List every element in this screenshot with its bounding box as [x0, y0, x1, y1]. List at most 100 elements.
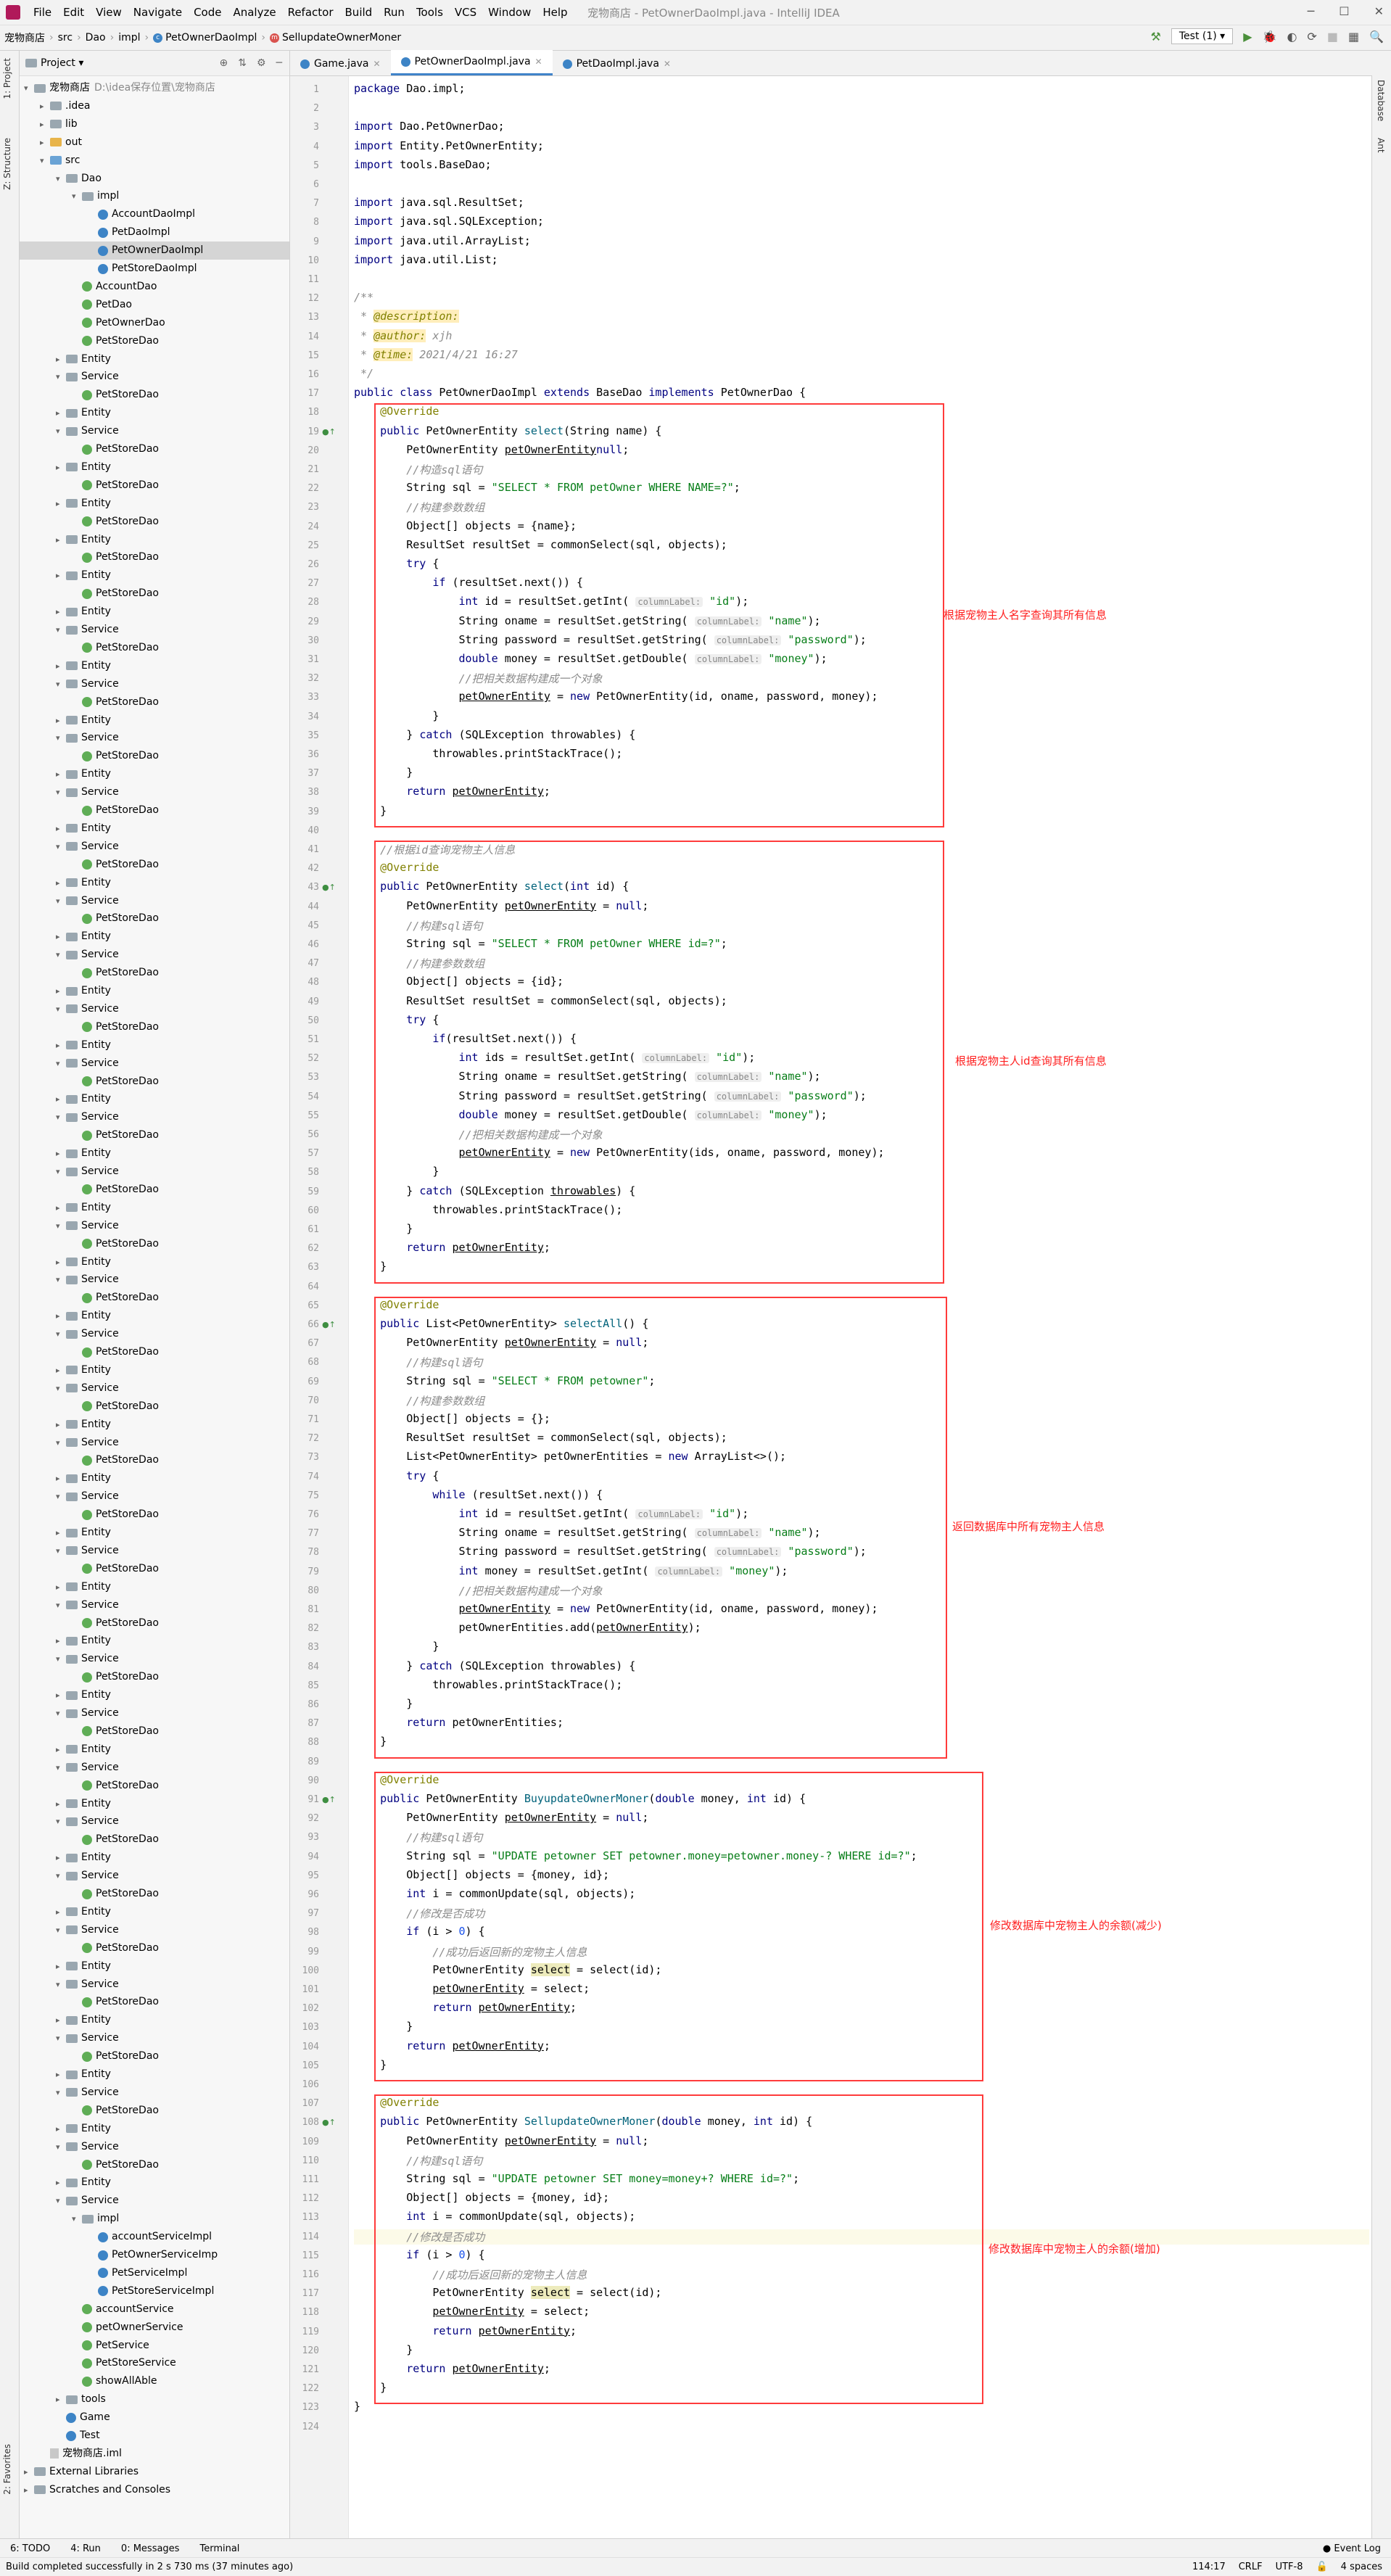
tree-item[interactable]: PetStoreDao — [72, 1343, 159, 1361]
menu-item-code[interactable]: Code — [188, 6, 227, 19]
tree-item[interactable]: ▸ Entity — [56, 1903, 111, 1921]
chevron-down-icon[interactable]: ▾ — [56, 1487, 66, 1506]
tree-item[interactable]: ▸ Entity — [56, 1524, 111, 1542]
tree-item[interactable]: ▾ Service — [56, 1217, 119, 1235]
tree-item[interactable]: ▾ Service — [56, 1704, 119, 1722]
tree-item[interactable]: ▾ Service — [56, 1759, 119, 1777]
tree-item[interactable]: ▸ Entity — [56, 1849, 111, 1867]
chevron-down-icon[interactable]: ▾ — [56, 1921, 66, 1939]
chevron-right-icon[interactable]: ▸ — [56, 1957, 66, 1976]
tree-item[interactable]: PetStoreDao — [72, 964, 159, 982]
chevron-right-icon[interactable]: ▸ — [56, 1090, 66, 1108]
menu-item-edit[interactable]: Edit — [57, 6, 90, 19]
chevron-down-icon[interactable]: ▾ — [56, 170, 66, 188]
breadcrumb-item[interactable]: m SellupdateOwnerMoner — [265, 32, 405, 44]
chevron-right-icon[interactable]: ▸ — [40, 133, 50, 152]
tree-item[interactable]: ▾ 宠物商店 D:\idea保存位置\宠物商店 — [24, 79, 215, 97]
tree-item[interactable]: ▸ Entity — [56, 657, 111, 675]
tree-item[interactable]: ▸ .idea — [40, 97, 90, 115]
tree-item[interactable]: 宠物商店.iml — [40, 2445, 122, 2463]
tree-item[interactable]: PetStoreDao — [72, 909, 159, 928]
tree-item[interactable]: ▾ Service — [56, 1379, 119, 1398]
chevron-right-icon[interactable]: ▸ — [56, 657, 66, 675]
tree-item[interactable]: PetStoreDao — [72, 1073, 159, 1091]
chevron-down-icon[interactable]: ▾ — [56, 1542, 66, 1560]
chevron-down-icon[interactable]: ▾ — [56, 1054, 66, 1073]
chevron-right-icon[interactable]: ▸ — [56, 603, 66, 621]
menu-item-help[interactable]: Help — [537, 6, 573, 19]
tree-item[interactable]: PetStoreDao — [72, 1235, 159, 1253]
profile-icon[interactable]: ⟳ — [1307, 30, 1316, 44]
chevron-down-icon[interactable]: ▾ — [56, 1759, 66, 1777]
coverage-icon[interactable]: ◐ — [1287, 30, 1297, 44]
close-tab-icon[interactable]: ✕ — [664, 52, 671, 75]
tree-item[interactable]: ▸ Entity — [56, 982, 111, 1000]
collapse-all-icon[interactable]: ⇅ — [238, 57, 247, 69]
project-header-label[interactable]: Project — [41, 57, 75, 69]
tree-item[interactable]: ▾ Service — [56, 1000, 119, 1018]
chevron-down-icon[interactable]: ▾ — [24, 79, 34, 97]
chevron-right-icon[interactable]: ▸ — [56, 1578, 66, 1596]
chevron-down-icon[interactable]: ▾ — [56, 1434, 66, 1452]
tree-item[interactable]: ▾ Service — [56, 1487, 119, 1506]
tree-item[interactable]: ▸ Entity — [56, 1307, 111, 1325]
tree-item[interactable]: ▸ Entity — [56, 566, 111, 585]
chevron-right-icon[interactable]: ▸ — [56, 1903, 66, 1921]
close-tab-icon[interactable]: ✕ — [373, 52, 380, 75]
lock-icon[interactable]: 🔓 — [1316, 2561, 1327, 2572]
settings-gear-icon[interactable]: ⚙ — [257, 57, 266, 69]
hide-icon[interactable]: ─ — [276, 57, 282, 69]
tree-item[interactable]: Game — [56, 2408, 110, 2427]
tree-item[interactable]: ▸ Entity — [56, 1416, 111, 1434]
tree-item[interactable]: ▾ Service — [56, 838, 119, 856]
tree-item[interactable]: ▾ Service — [56, 729, 119, 747]
tree-item[interactable]: ▾ Service — [56, 1542, 119, 1560]
chevron-right-icon[interactable]: ▸ — [56, 1253, 66, 1271]
tree-item[interactable]: ▸ lib — [40, 115, 78, 133]
tree-item[interactable]: PetStoreDao — [72, 1885, 159, 1903]
tree-item[interactable]: ▸ Entity — [56, 711, 111, 730]
chevron-right-icon[interactable]: ▸ — [24, 2481, 34, 2499]
line-separator[interactable]: CRLF — [1239, 2561, 1263, 2572]
editor-tab[interactable]: Game.java ✕ — [290, 52, 391, 75]
chevron-right-icon[interactable]: ▸ — [56, 404, 66, 422]
menu-item-build[interactable]: Build — [339, 6, 379, 19]
tree-item[interactable]: ▾ Service — [56, 2029, 119, 2047]
tree-item[interactable]: PetStoreDao — [72, 585, 159, 603]
tree-item[interactable]: AccountDaoImpl — [88, 205, 195, 223]
bottom-tab[interactable]: 4: Run — [60, 2543, 111, 2554]
tree-item[interactable]: ▾ Service — [56, 368, 119, 386]
tree-item[interactable]: PetDaoImpl — [88, 223, 170, 242]
tree-item[interactable]: ▸ Entity — [56, 765, 111, 783]
tree-item[interactable]: ▸ Entity — [56, 1632, 111, 1650]
chevron-right-icon[interactable]: ▸ — [56, 2174, 66, 2192]
tree-item[interactable]: PetStoreDao — [72, 1777, 159, 1795]
tree-item[interactable]: ▾ Service — [56, 1271, 119, 1289]
tree-item[interactable]: PetOwnerServiceImp — [88, 2246, 218, 2264]
tool-tab-favorites[interactable]: 2: Favorites — [2, 2444, 12, 2495]
tree-item[interactable]: ▾ Service — [56, 422, 119, 440]
tool-tab-project[interactable]: 1: Project — [2, 58, 12, 99]
tree-item[interactable]: ▾ Service — [56, 2084, 119, 2102]
tree-item[interactable]: ▸ Entity — [56, 1253, 111, 1271]
tree-item[interactable]: ▸ Entity — [56, 458, 111, 476]
tree-item[interactable]: PetStoreDao — [72, 1018, 159, 1036]
chevron-down-icon[interactable]: ▾ — [56, 729, 66, 747]
tree-item[interactable]: PetStoreDaoImpl — [88, 260, 197, 278]
chevron-right-icon[interactable]: ▸ — [56, 1144, 66, 1163]
tree-item[interactable]: ▸ Entity — [56, 495, 111, 513]
run-icon[interactable]: ▶ — [1243, 30, 1252, 44]
menu-item-refactor[interactable]: Refactor — [282, 6, 339, 19]
tree-item[interactable]: ▾ Service — [56, 621, 119, 639]
tree-item[interactable]: ▸ Entity — [56, 2174, 111, 2192]
indent-setting[interactable]: 4 spaces — [1341, 2561, 1382, 2572]
breadcrumb-item[interactable]: src — [54, 32, 77, 44]
chevron-right-icon[interactable]: ▸ — [56, 820, 66, 838]
tree-item[interactable]: PetStoreDao — [72, 386, 159, 404]
tree-item[interactable]: ▾ Service — [56, 1325, 119, 1343]
chevron-right-icon[interactable]: ▸ — [56, 711, 66, 730]
tree-item[interactable]: ▾ Service — [56, 1596, 119, 1614]
tool-tab-database[interactable]: Database — [1376, 80, 1386, 121]
chevron-right-icon[interactable]: ▸ — [56, 1686, 66, 1704]
event-log-tab[interactable]: ● Event Log — [1323, 2543, 1391, 2554]
